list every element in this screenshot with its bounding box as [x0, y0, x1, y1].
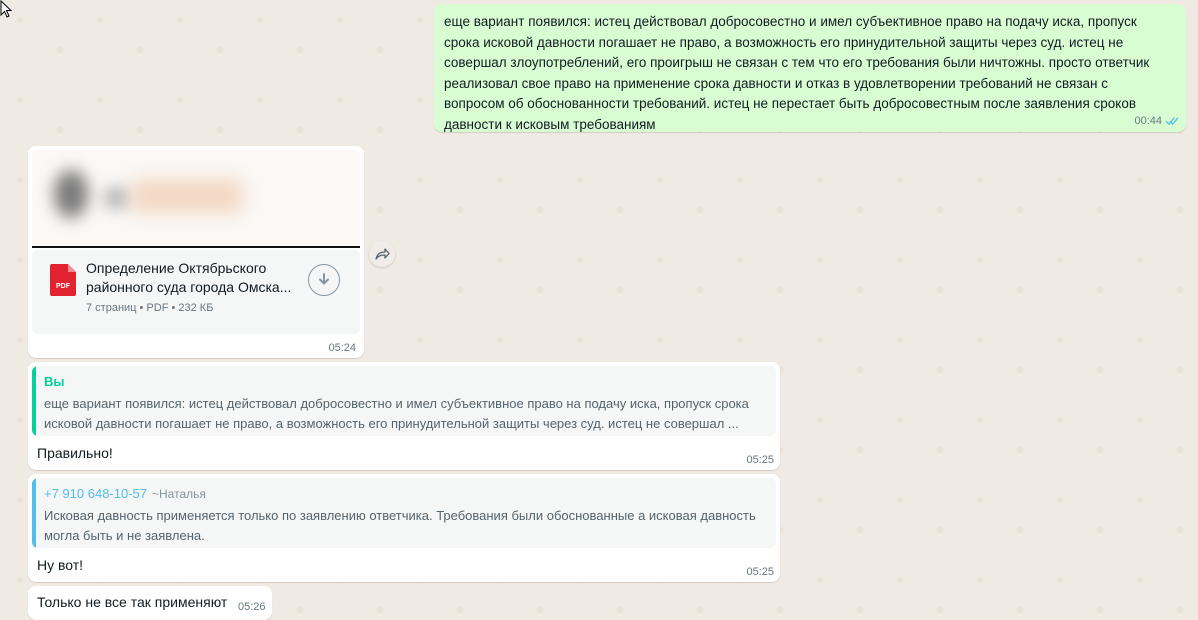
cursor-icon	[0, 0, 13, 18]
quoted-message[interactable]: Вы еще вариант появился: истец действова…	[32, 366, 776, 436]
quoted-message[interactable]: +7 910 648-10-57 ~Наталья Исковая давнос…	[32, 478, 776, 548]
message-time: 05:25	[746, 566, 774, 578]
forward-icon	[375, 248, 390, 260]
message-text: Ну вот!	[37, 557, 84, 573]
quote-bar	[32, 366, 36, 436]
outgoing-message[interactable]: еще вариант появился: истец действовал д…	[434, 4, 1186, 132]
incoming-message[interactable]: Только не все так применяют 05:26	[28, 586, 272, 620]
document-title-line2: районного суда города Омска...	[86, 279, 292, 295]
document-title-line1: Определение Октябрьского	[86, 260, 267, 276]
quote-text-line1: Исковая давность применяется только по з…	[44, 508, 756, 523]
document-meta: 7 страниц • PDF • 232 КБ	[86, 302, 214, 314]
download-button[interactable]	[308, 264, 340, 296]
message-time: 05:24	[328, 342, 356, 354]
message-time: 05:26	[238, 601, 266, 613]
download-icon	[319, 273, 329, 285]
quote-author-name: ~Наталья	[152, 487, 206, 501]
document-message[interactable]: PDF Определение Октябрьского районного с…	[28, 146, 364, 358]
reply-message[interactable]: Вы еще вариант появился: истец действова…	[28, 362, 780, 470]
document-preview[interactable]	[32, 150, 360, 248]
pdf-icon: PDF	[50, 264, 76, 296]
quote-text-line2: исковой давности погашает не право, а во…	[44, 416, 739, 431]
message-text: Только не все так применяют	[37, 594, 228, 610]
quote-text-line2: могла быть и не заявлена.	[44, 528, 205, 543]
pdf-label: PDF	[56, 283, 71, 290]
message-time: 00:44	[1134, 115, 1162, 127]
quote-author-phone: +7 910 648-10-57	[44, 486, 148, 501]
quote-author: Вы	[44, 374, 65, 389]
double-check-icon	[1165, 117, 1179, 126]
reply-message[interactable]: +7 910 648-10-57 ~Наталья Исковая давнос…	[28, 474, 780, 582]
message-text: еще вариант появился: истец действовал д…	[444, 14, 1150, 132]
document-card[interactable]: PDF Определение Октябрьского районного с…	[32, 250, 360, 334]
message-time: 05:25	[746, 454, 774, 466]
message-text: Правильно!	[37, 445, 113, 461]
quote-bar	[32, 478, 36, 548]
quote-text-line1: еще вариант появился: истец действовал д…	[44, 396, 749, 411]
forward-button[interactable]	[369, 241, 395, 267]
